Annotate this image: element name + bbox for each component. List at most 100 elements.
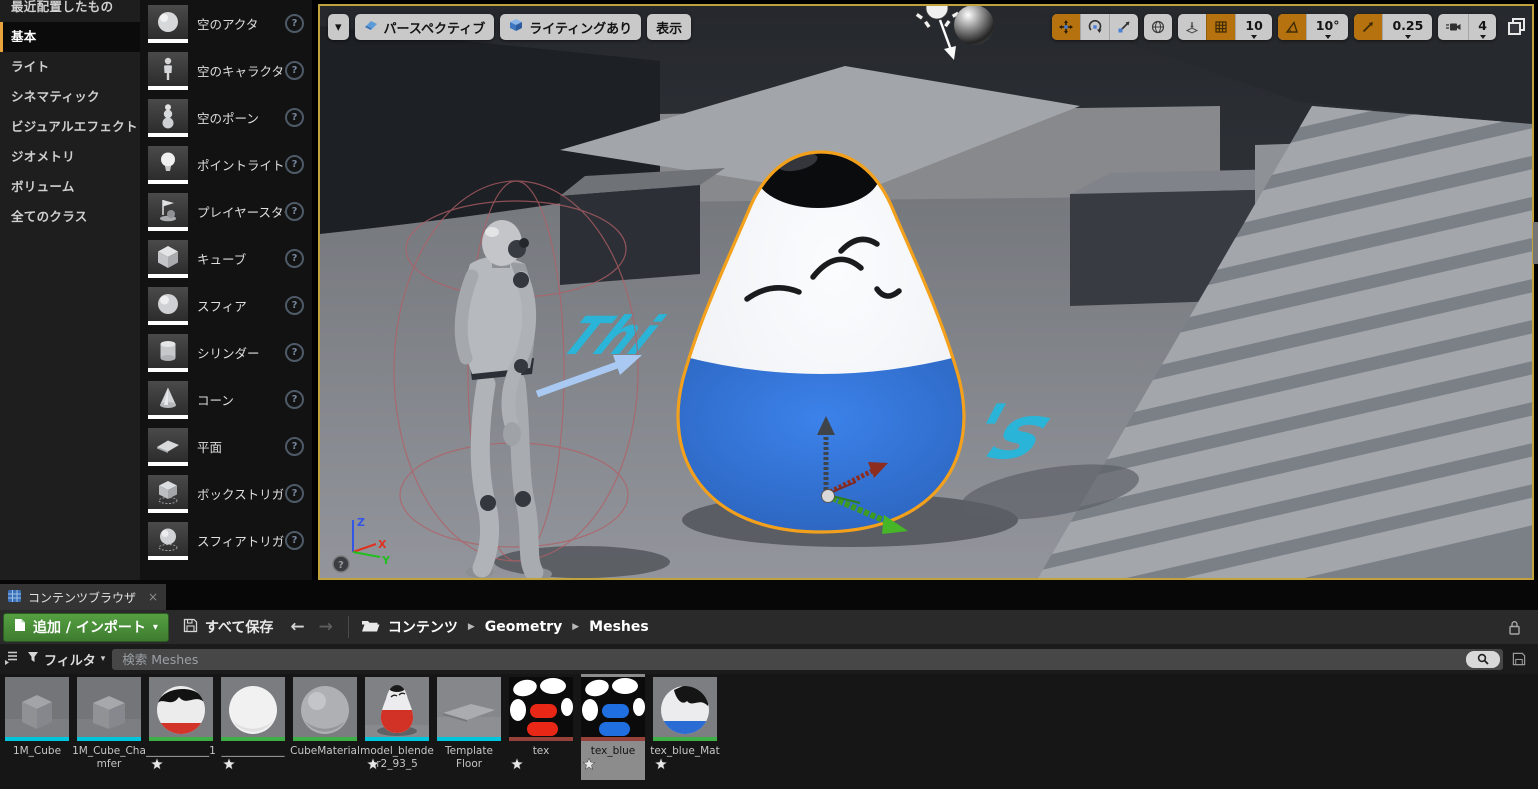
- search-box: [112, 648, 1503, 670]
- actor-item-player-start[interactable]: プレイヤースター ?: [140, 188, 312, 235]
- scale-tool-button[interactable]: [1109, 14, 1138, 40]
- help-icon[interactable]: ?: [285, 155, 304, 174]
- actor-item-label: スフィアトリガー: [197, 534, 285, 549]
- asset-tile[interactable]: tex: [509, 674, 573, 780]
- scale-snap-toggle[interactable]: [1354, 14, 1383, 40]
- category-basic[interactable]: 基本: [0, 22, 140, 52]
- actor-item-label: プレイヤースター: [197, 205, 285, 220]
- rotation-snap-value[interactable]: 10°: [1305, 14, 1349, 40]
- help-icon[interactable]: ?: [285, 202, 304, 221]
- rotation-snap-toggle[interactable]: [1277, 14, 1306, 40]
- grid-snap-value[interactable]: 10: [1235, 14, 1271, 40]
- level-viewport[interactable]: Thi 's Z X Y ? ▾ パースペクティブ ライティングあり 表示 10…: [318, 4, 1534, 580]
- help-icon[interactable]: ?: [285, 531, 304, 550]
- asset-tile[interactable]: ____________: [221, 674, 285, 780]
- back-button[interactable]: ←: [287, 617, 307, 637]
- asset-tile[interactable]: tex_blue: [581, 674, 645, 780]
- help-icon[interactable]: ?: [285, 108, 304, 127]
- actor-item-label: コーン: [197, 393, 234, 408]
- actor-item-empty-character[interactable]: 空のキャラクター ?: [140, 47, 312, 94]
- breadcrumb-meshes[interactable]: Meshes: [589, 619, 649, 635]
- breadcrumb-content[interactable]: コンテンツ: [388, 617, 458, 637]
- actor-item-label: シリンダー: [197, 346, 260, 361]
- translate-tool-button[interactable]: [1052, 14, 1081, 40]
- lit-mode-button[interactable]: ライティングあり: [500, 14, 642, 40]
- save-search-icon[interactable]: [1512, 652, 1526, 666]
- asset-thumbnail: [509, 677, 573, 741]
- asset-tile[interactable]: Template Floor: [437, 674, 501, 780]
- surface-snap-button[interactable]: [1178, 14, 1206, 40]
- show-button[interactable]: 表示: [647, 14, 692, 40]
- category-all-classes[interactable]: 全てのクラス: [0, 202, 140, 232]
- category-visual-effects[interactable]: ビジュアルエフェクト: [0, 112, 140, 142]
- viewport-options-dropdown[interactable]: ▾: [328, 14, 349, 40]
- actor-item-box-trigger[interactable]: ボックストリガー ?: [140, 470, 312, 517]
- world-space-toggle[interactable]: [1144, 14, 1172, 40]
- asset-tile[interactable]: 1M_Cube: [5, 674, 69, 780]
- forward-button[interactable]: →: [316, 617, 336, 637]
- actor-item-sphere-trigger[interactable]: スフィアトリガー ?: [140, 517, 312, 564]
- filters-label: フィルタ: [44, 653, 96, 669]
- camera-speed-value[interactable]: 4: [1468, 14, 1496, 40]
- asset-tile[interactable]: CubeMaterial: [290, 674, 360, 780]
- asset-tile[interactable]: model_blender2_93_5: [360, 674, 434, 780]
- help-icon[interactable]: ?: [285, 343, 304, 362]
- add-import-button[interactable]: 追加 / インポート ▾: [3, 612, 169, 642]
- breadcrumb-geometry[interactable]: Geometry: [485, 619, 562, 635]
- rotate-tool-button[interactable]: [1080, 14, 1109, 40]
- asset-tile[interactable]: 1M_Cube_Chamfer: [72, 674, 146, 780]
- close-tab-icon[interactable]: ×: [148, 590, 158, 604]
- gizmo-origin[interactable]: [821, 489, 835, 503]
- caret-down-icon: [1324, 35, 1331, 39]
- actor-item-plane[interactable]: 平面 ?: [140, 423, 312, 470]
- save-all-button[interactable]: すべて保存: [177, 617, 279, 637]
- cylinder-icon: [148, 333, 188, 372]
- asset-tile[interactable]: tex_blue_Mat: [650, 674, 720, 780]
- lock-icon[interactable]: [1508, 620, 1521, 635]
- category-recently-placed[interactable]: 最近配置したもの: [0, 0, 140, 22]
- help-icon[interactable]: ?: [285, 61, 304, 80]
- help-icon[interactable]: ?: [285, 296, 304, 315]
- actor-item-cylinder[interactable]: シリンダー ?: [140, 329, 312, 376]
- actor-item-cube[interactable]: キューブ ?: [140, 235, 312, 282]
- scale-snap-value[interactable]: 0.25: [1382, 14, 1432, 40]
- grid-snap-toggle[interactable]: [1206, 14, 1236, 40]
- help-icon[interactable]: ?: [285, 390, 304, 409]
- help-icon[interactable]: ?: [285, 437, 304, 456]
- window-scrollbar[interactable]: [1533, 222, 1538, 264]
- asset-type-bar: [149, 737, 213, 741]
- filter-funnel-icon: [27, 651, 39, 667]
- asset-tile[interactable]: ____________1: [146, 674, 216, 780]
- category-lights[interactable]: ライト: [0, 52, 140, 82]
- category-cinematic[interactable]: シネマティック: [0, 82, 140, 112]
- camera-speed-button[interactable]: [1438, 14, 1468, 40]
- reflection-sphere[interactable]: [954, 6, 994, 45]
- actor-item-point-light[interactable]: ポイントライト ?: [140, 141, 312, 188]
- actor-item-empty-pawn[interactable]: 空のポーン ?: [140, 94, 312, 141]
- perspective-button[interactable]: パースペクティブ: [354, 14, 495, 40]
- asset-type-bar: [77, 737, 141, 741]
- content-browser-tab-bar: コンテンツブラウザ ×: [0, 580, 1538, 610]
- help-icon[interactable]: ?: [285, 249, 304, 268]
- actor-item-sphere[interactable]: スフィア ?: [140, 282, 312, 329]
- sphere-trigger-icon: [148, 521, 188, 560]
- actor-item-empty-actor[interactable]: 空のアクタ ?: [140, 0, 312, 47]
- actor-item-cone[interactable]: コーン ?: [140, 376, 312, 423]
- save-icon: [183, 618, 198, 637]
- help-icon[interactable]: ?: [285, 484, 304, 503]
- search-icon[interactable]: [1466, 650, 1500, 668]
- actor-item-label: 空のキャラクター: [197, 64, 285, 79]
- transform-tools-group: [1052, 14, 1139, 40]
- category-volumes[interactable]: ボリューム: [0, 172, 140, 202]
- sources-panel-toggle-icon[interactable]: [4, 650, 20, 669]
- filters-button[interactable]: フィルタ ▾: [27, 650, 105, 669]
- actor-item-label: 空のアクタ: [197, 17, 259, 32]
- content-browser-tab[interactable]: コンテンツブラウザ ×: [0, 584, 166, 610]
- point-light-icon: [148, 145, 188, 184]
- search-input[interactable]: [120, 650, 1466, 668]
- viewport-scene[interactable]: Thi 's Z X Y ?: [320, 6, 1532, 578]
- category-geometry[interactable]: ジオメトリ: [0, 142, 140, 172]
- viewport-help-icon[interactable]: ?: [332, 555, 350, 573]
- help-icon[interactable]: ?: [285, 14, 304, 33]
- maximize-viewport-button[interactable]: [1508, 18, 1525, 35]
